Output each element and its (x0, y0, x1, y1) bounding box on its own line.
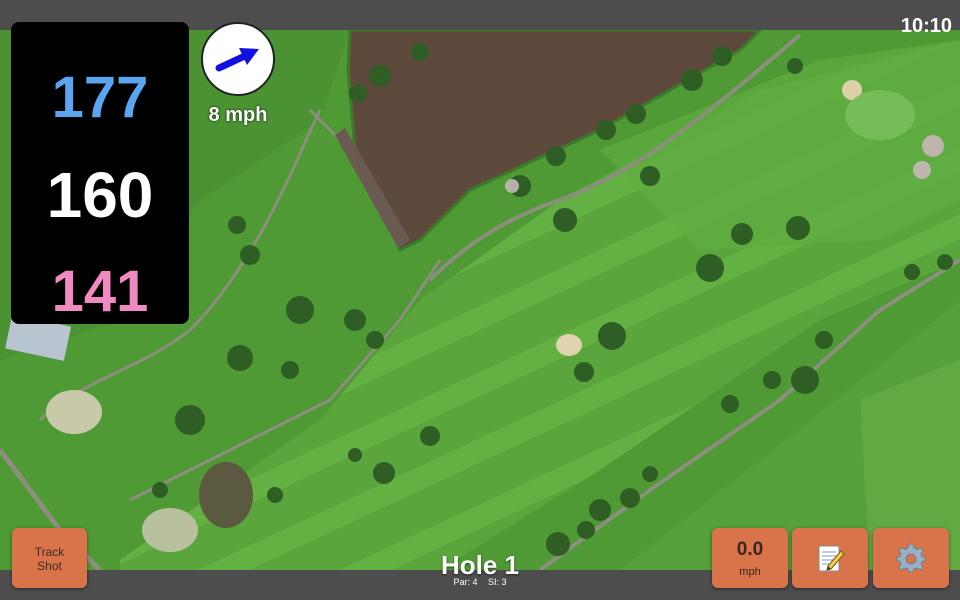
hole-info: Par: 4 SI: 3 (380, 577, 580, 587)
yardage-panel[interactable]: 177 160 141 (11, 22, 189, 324)
gear-icon (896, 543, 926, 573)
track-shot-button[interactable]: Track Shot (12, 528, 87, 588)
center-yardage: 160 (46, 159, 154, 231)
clock: 10:10 (900, 15, 952, 37)
speed-button[interactable]: 0.0 mph (712, 528, 788, 588)
wind-speed-label: 8 mph (208, 104, 268, 126)
track-shot-label-line2: Shot (37, 559, 62, 573)
speed-value: 0.0 (736, 539, 764, 560)
wind-arrow-icon (215, 48, 259, 72)
notes-button[interactable] (792, 528, 868, 588)
speed-unit: mph (739, 566, 761, 578)
settings-button[interactable] (873, 528, 949, 588)
hole-par: Par: 4 (453, 577, 478, 587)
track-shot-label-line1: Track (34, 545, 65, 559)
hole-stroke-index: SI: 3 (488, 577, 507, 587)
front-yardage: 141 (51, 259, 149, 324)
notepad-icon (818, 545, 845, 572)
back-yardage: 177 (51, 65, 149, 130)
wind-indicator[interactable] (201, 22, 275, 96)
